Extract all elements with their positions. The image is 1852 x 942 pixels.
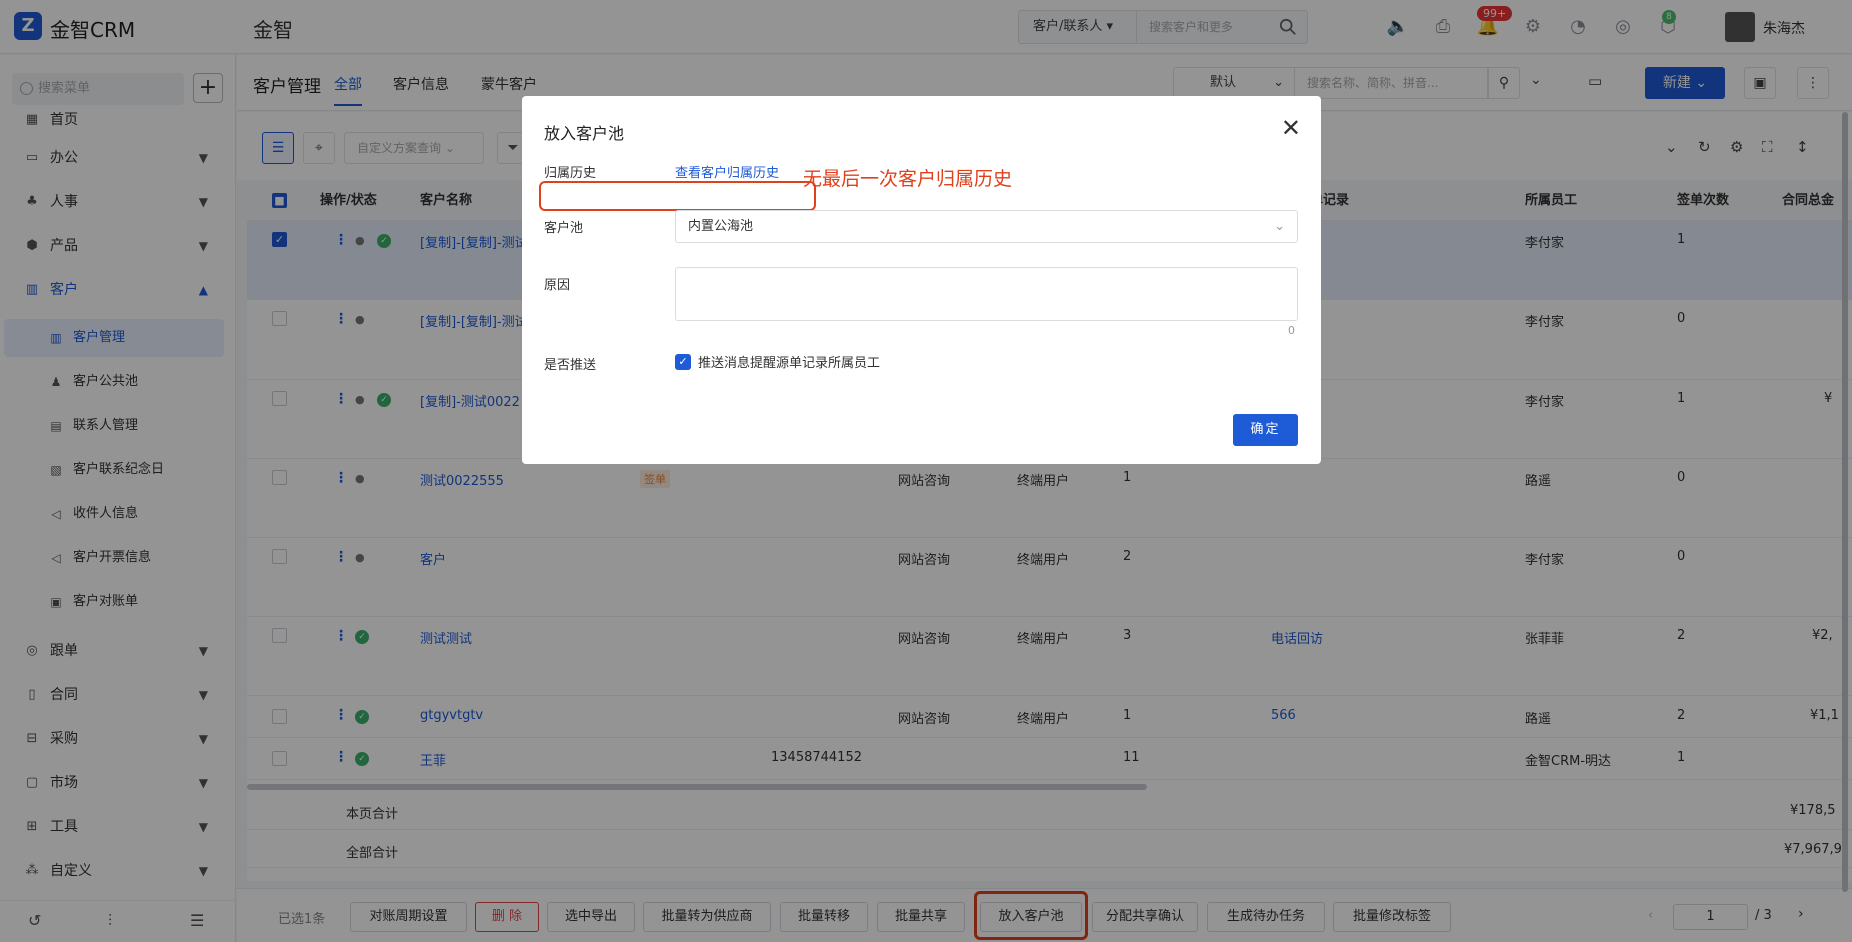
close-icon[interactable]: ✕ [1281, 114, 1301, 142]
annotation-text: 无最后一次客户归属历史 [803, 168, 1013, 190]
confirm-button[interactable]: 确定 [1233, 414, 1298, 446]
reason-counter: 0 [1288, 324, 1295, 337]
pool-select[interactable]: 内置公海池 ⌄ [675, 210, 1298, 243]
reason-textarea[interactable] [675, 267, 1298, 321]
annotation-box [539, 181, 816, 211]
push-label: 是否推送 [544, 358, 597, 373]
pool-select-value: 内置公海池 [688, 219, 754, 234]
pool-label: 客户池 [544, 221, 584, 236]
push-checkbox[interactable]: ✓ [675, 354, 691, 370]
dialog-title: 放入客户池 [544, 124, 625, 143]
view-history-link[interactable]: 查看客户归属历史 [675, 162, 779, 181]
reason-label: 原因 [544, 278, 571, 293]
put-into-pool-dialog: 放入客户池 ✕ 归属历史 查看客户归属历史 无最后一次客户归属历史 客户池 内置… [522, 96, 1321, 464]
history-label: 归属历史 [544, 166, 597, 181]
chevron-down-icon: ⌄ [1274, 219, 1285, 234]
push-checkbox-label[interactable]: 推送消息提醒源单记录所属员工 [698, 352, 880, 371]
